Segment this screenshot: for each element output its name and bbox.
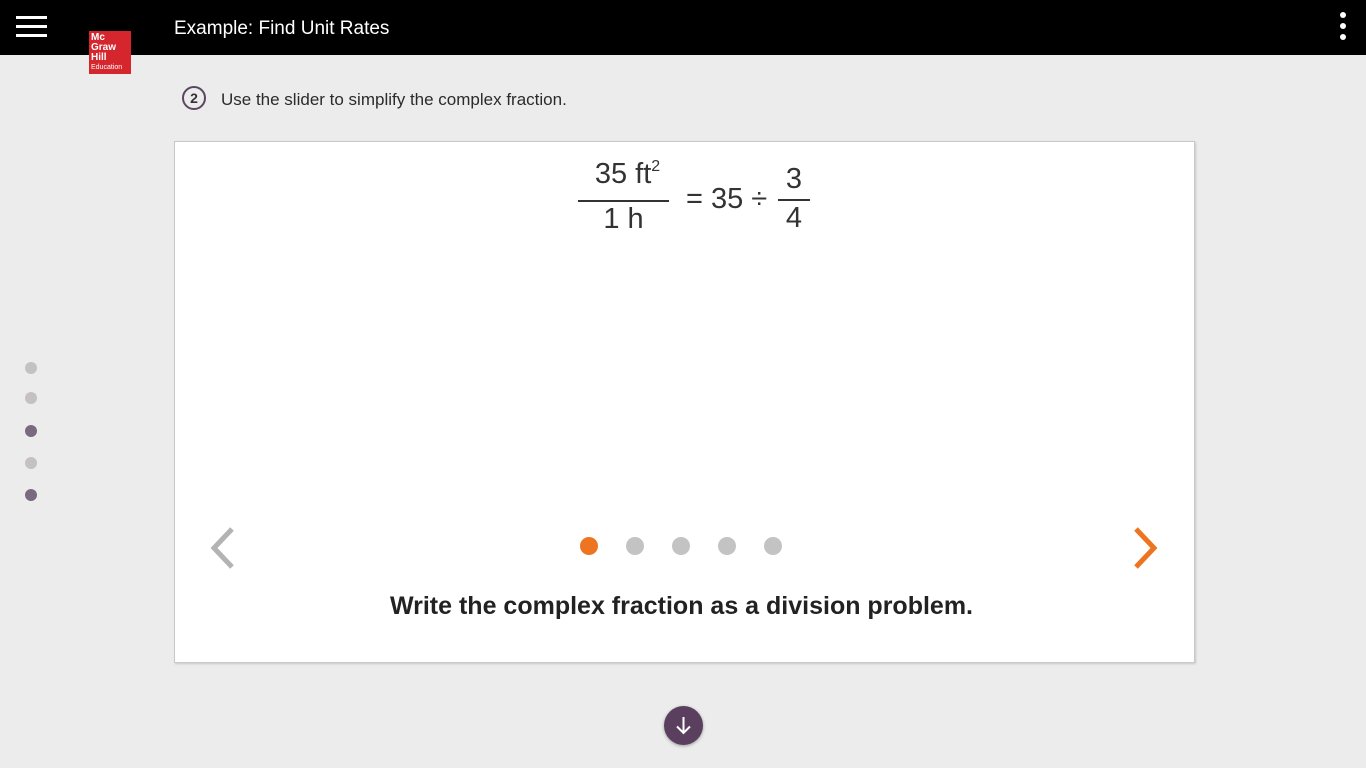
slide-card: 35 ft2 1 h = 35 ÷ 3 4 Write the complex … bbox=[174, 141, 1195, 663]
scroll-down-button[interactable] bbox=[664, 706, 703, 745]
side-nav-dot-5[interactable] bbox=[25, 489, 37, 501]
hamburger-menu-icon[interactable] bbox=[16, 16, 47, 38]
arrow-down-icon bbox=[676, 717, 691, 735]
side-nav-dot-2[interactable] bbox=[25, 392, 37, 404]
slide-caption: Write the complex fraction as a division… bbox=[389, 592, 973, 620]
fraction-right-numerator: 3 bbox=[785, 163, 803, 195]
side-nav-dot-1[interactable] bbox=[25, 362, 37, 374]
pager-dot-2[interactable] bbox=[626, 537, 644, 555]
top-bar: Example: Find Unit Rates bbox=[0, 0, 1366, 55]
mcgraw-hill-logo: Mc Graw Hill Education bbox=[89, 31, 131, 74]
page-title: Example: Find Unit Rates bbox=[174, 18, 390, 39]
exponent: 2 bbox=[651, 158, 661, 175]
pager-dot-5[interactable] bbox=[764, 537, 782, 555]
division-expression: = 35 ÷ bbox=[686, 183, 768, 215]
step-instruction: Use the slider to simplify the complex f… bbox=[221, 90, 567, 109]
chevron-left-icon[interactable] bbox=[206, 525, 242, 571]
pager-dot-1[interactable] bbox=[580, 537, 598, 555]
pager-dot-4[interactable] bbox=[718, 537, 736, 555]
math-expression: 35 ft2 1 h = 35 ÷ 3 4 bbox=[175, 142, 1194, 252]
fraction-left-numerator: 35 ft2 bbox=[594, 158, 661, 190]
fraction-right-denominator: 4 bbox=[785, 202, 803, 234]
chevron-right-icon[interactable] bbox=[1126, 525, 1162, 571]
step-number-badge: 2 bbox=[182, 86, 206, 110]
side-nav-dot-4[interactable] bbox=[25, 457, 37, 469]
fraction-left-denominator: 1 h bbox=[603, 203, 644, 235]
pager-dot-3[interactable] bbox=[672, 537, 690, 555]
more-options-icon[interactable] bbox=[1337, 12, 1349, 42]
side-nav-dot-3[interactable] bbox=[25, 425, 37, 437]
